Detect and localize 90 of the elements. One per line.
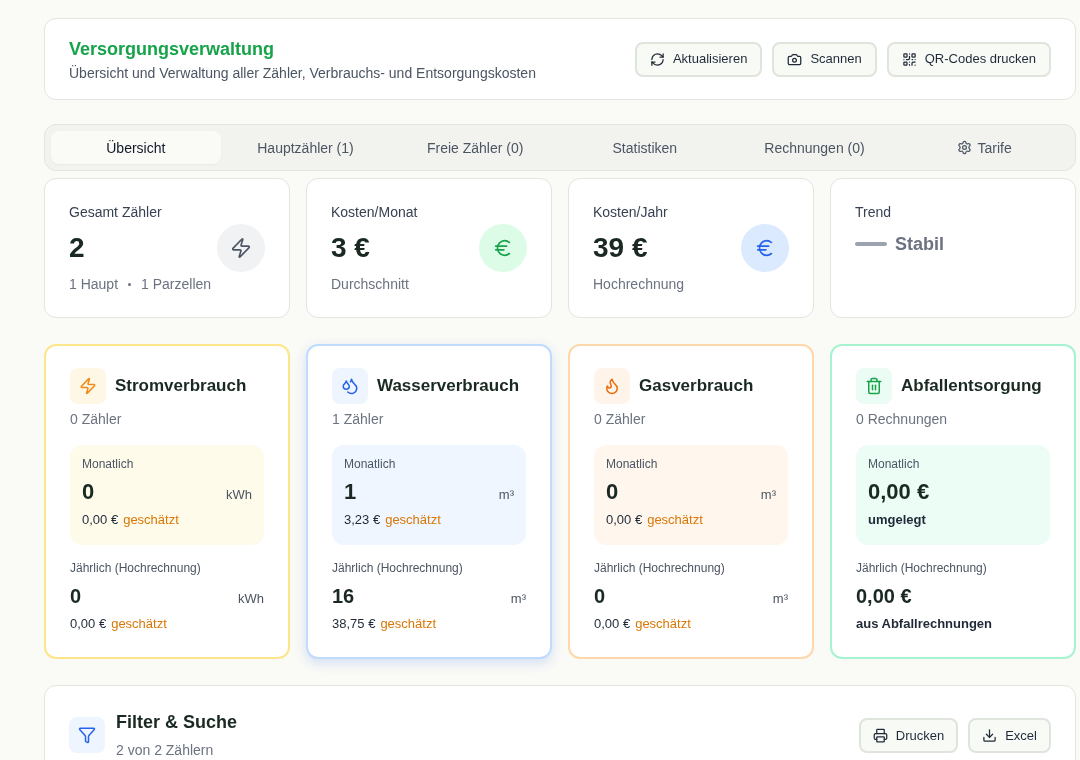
tab[interactable]: Statistiken <box>560 131 730 164</box>
period-label: Jährlich (Hochrechnung) <box>70 560 202 576</box>
stat-value: 2 <box>69 231 86 265</box>
section-title: Filter & Suche <box>116 711 238 734</box>
consumption-value: 16 <box>332 584 355 609</box>
cost-note: aus Abfallrechnungen <box>856 615 994 633</box>
unit-label: m³ <box>760 486 776 504</box>
category-subtitle: 1 Zähler <box>332 410 385 429</box>
unit-label: kWh <box>238 590 264 608</box>
category-title: Abfallentsorgung <box>901 375 1042 397</box>
flame-icon <box>594 368 630 404</box>
tab[interactable]: Hauptzähler (1) <box>220 131 391 164</box>
action-button[interactable]: Aktualisieren <box>634 41 763 77</box>
printer-icon <box>872 728 888 743</box>
estimate-note: geschätzt <box>380 615 437 633</box>
category-card[interactable]: Wasserverbrauch 1 Zähler Monatlich 1 m³ 3,23 € geschätzt Jährlich (Hochrechnung) 16 m³ 38,75 € geschätzt <box>306 344 552 659</box>
category-subtitle: 0 Zähler <box>70 410 123 429</box>
section-subtitle: 2 von 2 Zählern <box>116 741 215 760</box>
action-button[interactable]: Drucken <box>858 718 959 753</box>
page-subtitle: Übersicht und Verwaltung aller Zähler, Verbrauchs- und Entsorgungskosten <box>69 64 536 83</box>
period-label: Jährlich (Hochrechnung) <box>594 560 726 576</box>
cost-value: 0,00 € <box>70 615 107 633</box>
stat-note: Hochrechnung <box>593 275 685 294</box>
estimate-note: geschätzt <box>385 511 441 529</box>
euro-icon <box>741 224 789 272</box>
period-label: Jährlich (Hochrechnung) <box>856 560 988 576</box>
estimate-note: geschätzt <box>111 615 167 633</box>
cost-value: 3,23 € <box>344 511 381 529</box>
consumption-value: 0 <box>606 478 619 506</box>
category-card[interactable]: Stromverbrauch 0 Zähler Monatlich 0 kWh 0,00 € geschätzt Jährlich (Hochrechnung) 0 kWh 0,00 € geschätzt <box>44 344 290 659</box>
stat-value: Stabil <box>895 233 944 256</box>
cost-value: 38,75 € <box>332 615 376 633</box>
stat-note: 1 Parzellen <box>141 275 212 294</box>
tab[interactable]: Freie Zähler (0) <box>390 131 560 164</box>
tab[interactable]: Tarife <box>899 131 1069 164</box>
settings-icon <box>956 140 972 155</box>
euro-icon <box>479 224 527 272</box>
period-label: Monatlich <box>868 456 921 472</box>
category-title: Gasverbrauch <box>639 375 754 397</box>
cost-value: 0,00 € <box>868 478 931 506</box>
refresh-icon <box>649 51 665 67</box>
unit-label: m³ <box>772 590 788 608</box>
unit-label: m³ <box>510 590 526 608</box>
consumption-value: 0 <box>594 584 606 609</box>
droplets-icon <box>332 368 368 404</box>
page-title: Versorgungsverwaltung <box>69 38 276 61</box>
period-label: Monatlich <box>344 456 397 472</box>
stat-note: 1 Haupt <box>69 275 119 294</box>
action-button[interactable]: Excel <box>968 718 1051 753</box>
estimate-note: geschätzt <box>635 615 691 633</box>
action-button[interactable]: Scannen <box>772 41 877 77</box>
unit-label: kWh <box>226 486 252 504</box>
download-icon <box>982 728 998 743</box>
estimate-note: geschätzt <box>123 511 179 529</box>
cost-value: 0,00 € <box>82 511 119 529</box>
stat-note: Durchschnitt <box>331 275 409 294</box>
lightning-icon <box>70 368 106 404</box>
period-label: Monatlich <box>82 456 135 472</box>
dot-separator-icon <box>128 282 132 286</box>
category-title: Wasserverbrauch <box>377 375 520 397</box>
consumption-value: 1 <box>344 478 357 506</box>
category-subtitle: 0 Zähler <box>594 410 647 429</box>
camera-icon <box>787 51 803 67</box>
trash-icon <box>856 368 892 404</box>
consumption-value: 0 <box>82 478 95 506</box>
cost-value: 0,00 € <box>856 584 913 609</box>
estimate-note: geschätzt <box>647 511 703 529</box>
stat-label: Gesamt Zähler <box>69 203 163 222</box>
category-card[interactable]: Abfallentsorgung 0 Rechnungen Monatlich 0,00 € umgelegt Jährlich (Hochrechnung) 0,00 € aus Abfallrechnungen <box>830 344 1076 659</box>
stat-value: 39 € <box>593 231 649 265</box>
consumption-value: 0 <box>70 584 82 609</box>
qr-code-icon <box>901 51 917 67</box>
funnel-icon <box>69 717 105 753</box>
stat-label: Kosten/Jahr <box>593 203 669 222</box>
cost-value: 0,00 € <box>594 615 631 633</box>
category-card[interactable]: Gasverbrauch 0 Zähler Monatlich 0 m³ 0,00 € geschätzt Jährlich (Hochrechnung) 0 m³ 0,00 € geschätzt <box>568 344 814 659</box>
stat-value: 3 € <box>331 231 371 265</box>
tab[interactable]: Rechnungen (0) <box>729 131 900 164</box>
period-label: Monatlich <box>606 456 659 472</box>
category-title: Stromverbrauch <box>115 375 247 397</box>
tab[interactable]: Übersicht <box>51 131 221 164</box>
action-button[interactable]: QR-Codes drucken <box>886 41 1051 77</box>
period-label: Jährlich (Hochrechnung) <box>332 560 464 576</box>
stat-label: Kosten/Monat <box>331 203 418 222</box>
stat-label: Trend <box>855 203 893 222</box>
category-subtitle: 0 Rechnungen <box>856 410 949 429</box>
cost-note: umgelegt <box>868 511 927 529</box>
unit-label: m³ <box>498 486 514 504</box>
cost-value: 0,00 € <box>606 511 643 529</box>
lightning-icon <box>217 224 265 272</box>
